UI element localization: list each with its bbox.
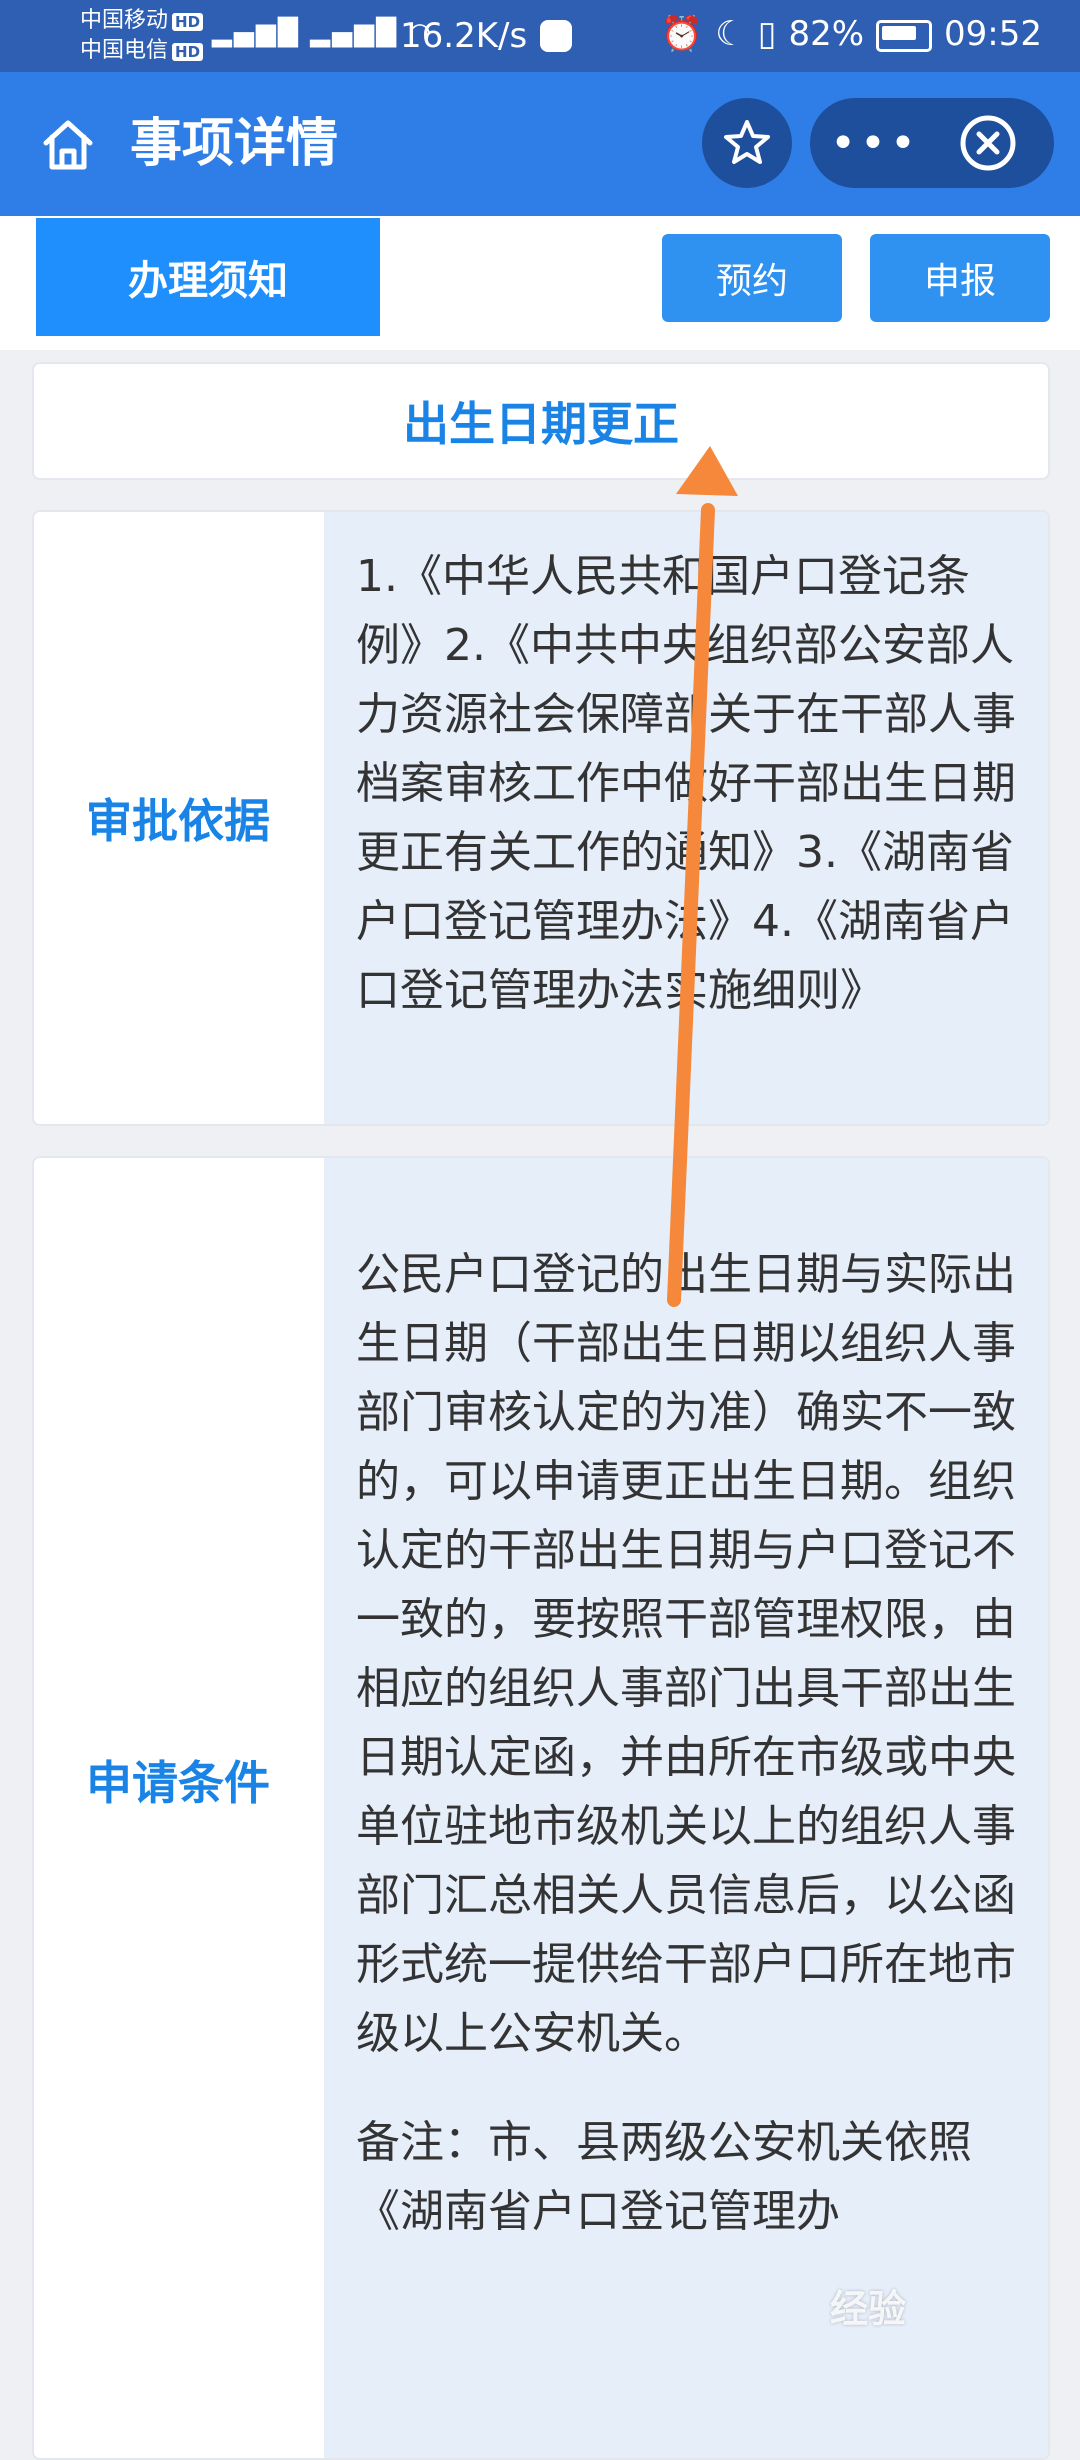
close-icon: [960, 115, 1016, 171]
reserve-button[interactable]: 预约: [662, 234, 842, 322]
net-speed: 16.2K/s: [400, 16, 528, 56]
conditions-note: 备注：市、县两级公安机关依照《湖南省户口登记管理办: [356, 2117, 972, 2237]
hd-badge: HD: [172, 43, 204, 61]
close-button[interactable]: [956, 111, 1020, 175]
info-row-conditions: 申请条件 公民户口登记的出生日期与实际出生日期（干部出生日期以组织人事部门审核认…: [32, 1156, 1050, 2460]
item-title: 出生日期更正: [32, 362, 1050, 480]
tabs-row: 办理须知 预约 申报: [0, 216, 1080, 350]
more-button[interactable]: •••: [810, 98, 940, 188]
clock: 09:52: [944, 14, 1042, 54]
star-icon: [724, 120, 770, 164]
basis-text: 1.《中华人民共和国户口登记条例》2.《中共中央组织部公安部人力资源社会保障部关…: [356, 551, 1016, 1016]
row-label: 审批依据: [86, 794, 270, 848]
status-bar: 中国移动 HD 中国电信 HD ▂▄▆█ ▂▄▆█ ◠ 16.2K/s ⏰ ☾ ▯ 82%…: [0, 0, 1080, 72]
home-icon[interactable]: [40, 117, 96, 173]
row-label: 申请条件: [86, 1756, 270, 1810]
battery-percent: 82%: [788, 14, 865, 54]
carrier-1: 中国移动: [80, 8, 169, 33]
tab-guide[interactable]: 办理须知: [36, 218, 380, 336]
app-notification-icon: [540, 20, 572, 52]
page-title: 事项详情: [130, 114, 339, 174]
alarm-icon: ⏰: [660, 14, 704, 54]
capsule-menu: •••: [810, 98, 1054, 188]
info-row-basis: 审批依据 1.《中华人民共和国户口登记条例》2.《中共中央组织部公安部人力资源社…: [32, 510, 1050, 1126]
vibrate-icon: ▯: [757, 14, 777, 54]
carrier-info: 中国移动 HD 中国电信 HD: [80, 6, 204, 66]
carrier-2: 中国电信: [80, 38, 169, 63]
watermark-logo: 经验: [830, 2287, 907, 2331]
battery-icon: [876, 19, 933, 52]
hd-badge: HD: [172, 13, 204, 31]
moon-icon: ☾: [715, 14, 746, 54]
row-value: 公民户口登记的出生日期与实际出生日期（干部出生日期以组织人事部门审核认定的为准）…: [324, 1158, 1048, 2458]
submit-button[interactable]: 申报: [870, 234, 1050, 322]
status-right: ⏰ ☾ ▯ 82% 09:52: [649, 14, 1042, 54]
conditions-text: 公民户口登记的出生日期与实际出生日期（干部出生日期以组织人事部门审核认定的为准）…: [356, 1249, 1016, 2059]
row-value: 1.《中华人民共和国户口登记条例》2.《中共中央组织部公安部人力资源社会保障部关…: [324, 512, 1048, 1124]
favorite-button[interactable]: [702, 98, 792, 188]
